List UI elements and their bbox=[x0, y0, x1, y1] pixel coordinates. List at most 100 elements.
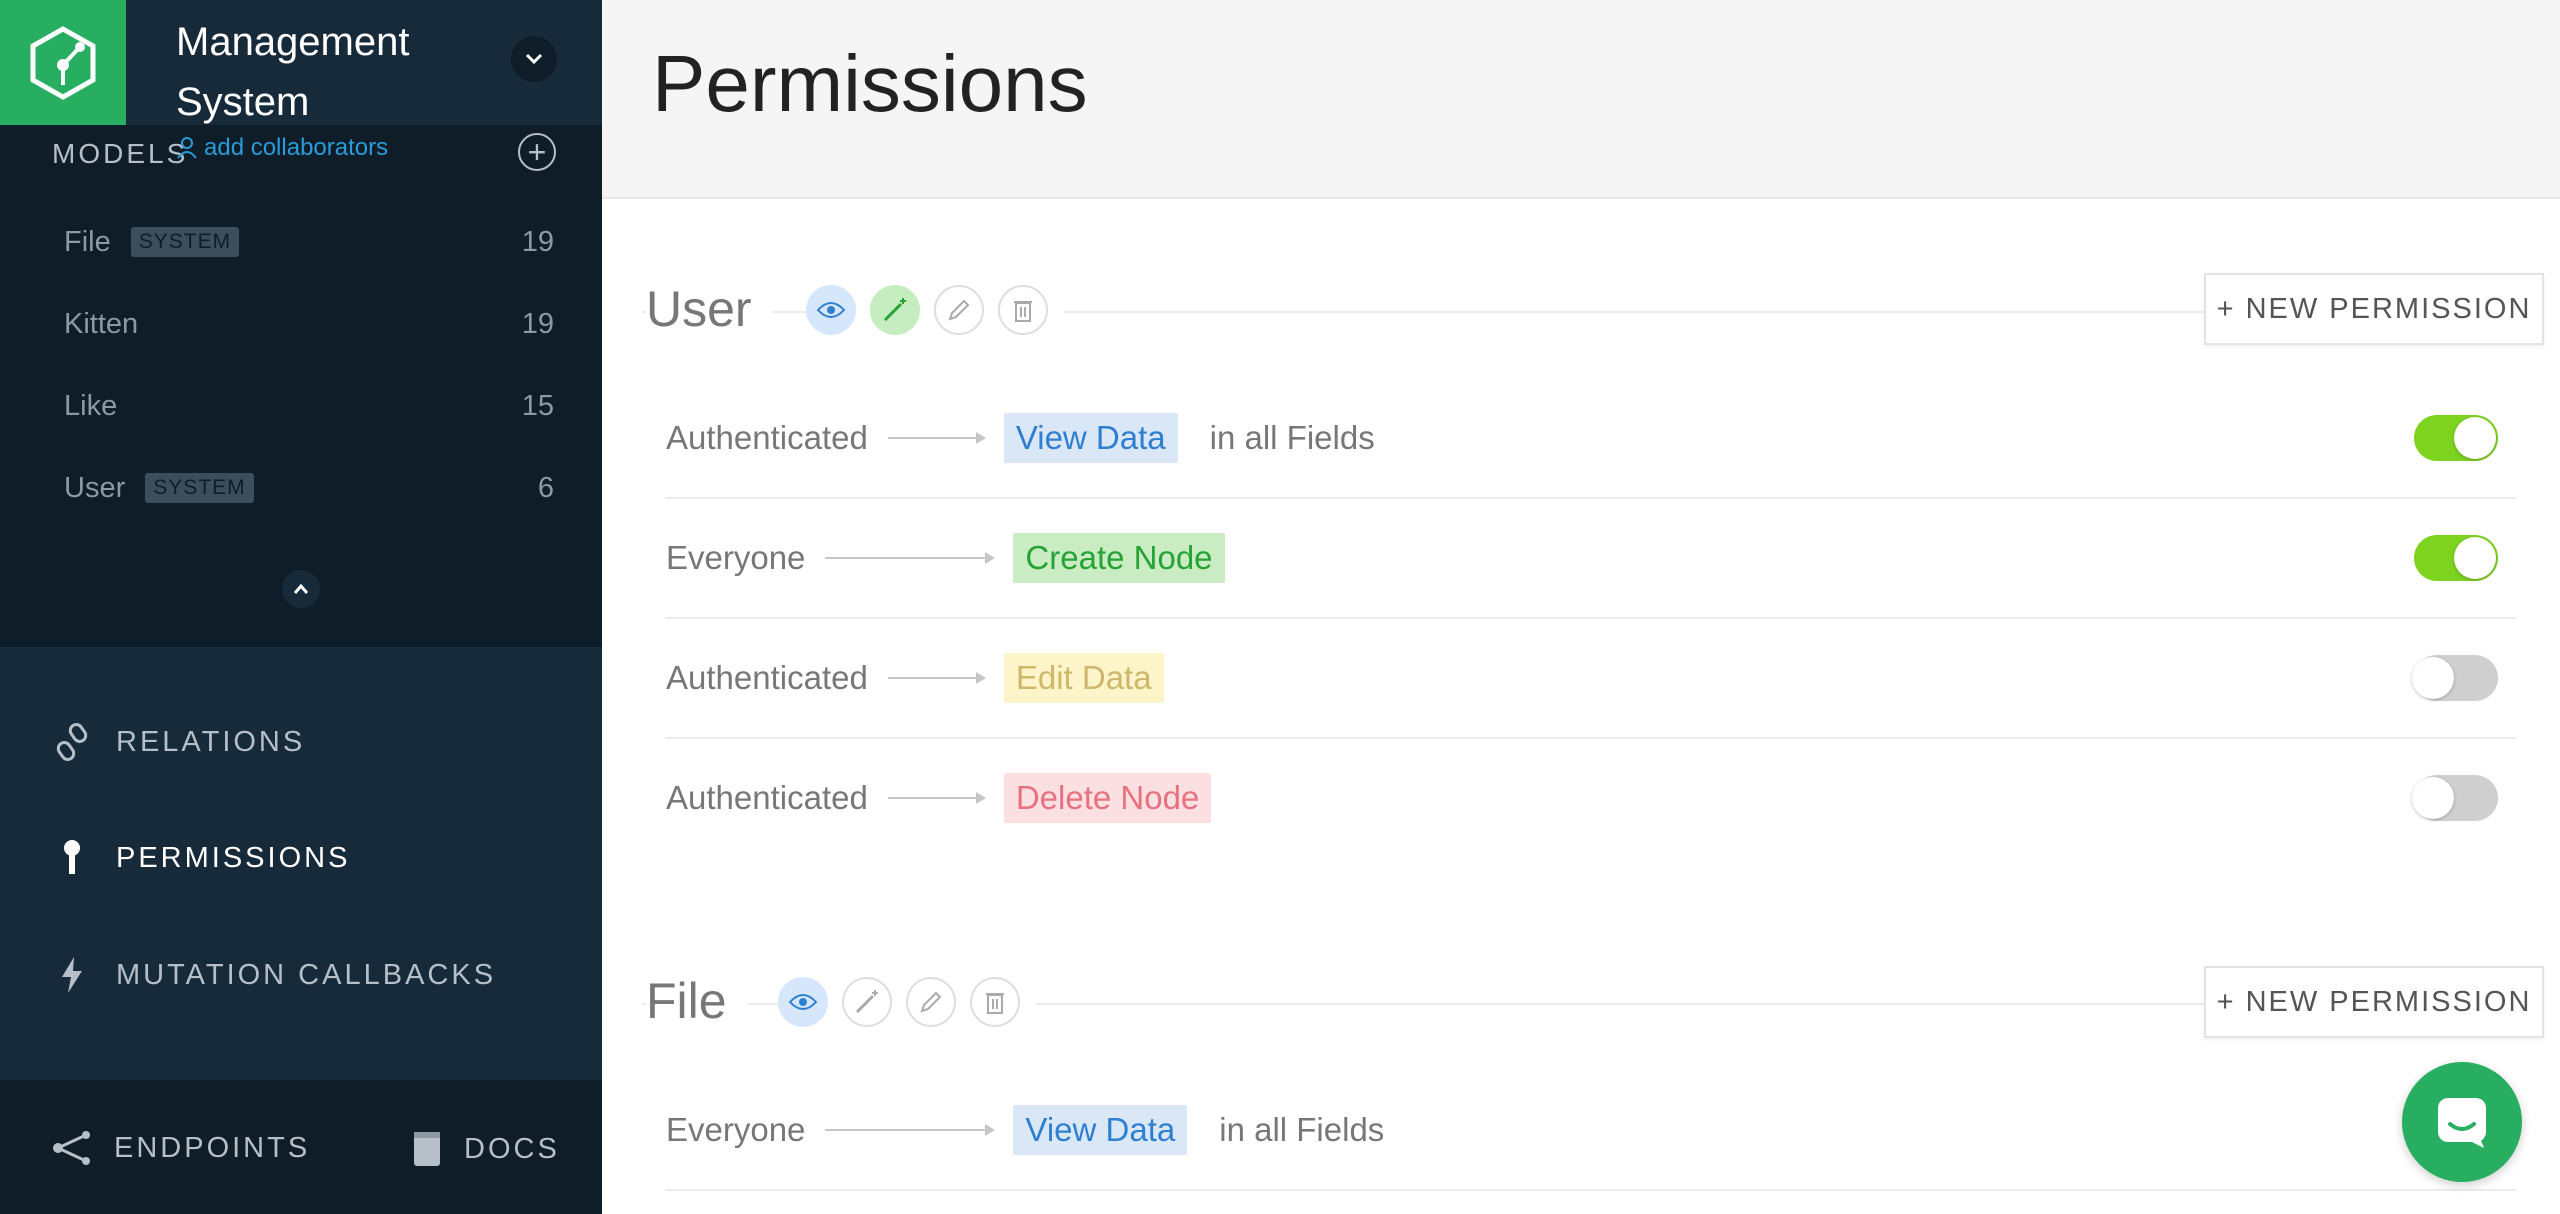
project-title: Management System bbox=[176, 20, 410, 124]
model-item-file[interactable]: File SYSTEM 19 bbox=[64, 212, 554, 272]
model-count: 6 bbox=[537, 471, 554, 504]
page-title: Permissions bbox=[652, 39, 1088, 128]
eye-icon bbox=[816, 302, 846, 318]
endpoints-button[interactable]: ENDPOINTS bbox=[52, 1130, 310, 1166]
permission-operation: View Data bbox=[1003, 413, 1178, 463]
system-badge: SYSTEM bbox=[145, 473, 254, 503]
model-item-like[interactable]: Like 15 bbox=[64, 376, 554, 436]
arrow-icon bbox=[887, 672, 986, 684]
nav-permissions-label: PERMISSIONS bbox=[116, 841, 351, 874]
project-header: Management System bbox=[0, 0, 602, 126]
docs-label: DOCS bbox=[464, 1132, 560, 1165]
nav-mutation-callbacks[interactable]: MUTATION CALLBACKS bbox=[56, 955, 496, 995]
book-icon bbox=[414, 1132, 440, 1166]
permission-row[interactable]: Authenticated Delete Node bbox=[666, 739, 2516, 857]
permission-fields: in all Fields bbox=[1209, 419, 1375, 456]
lightning-icon bbox=[62, 957, 82, 993]
toggle-knob bbox=[2412, 777, 2454, 819]
eye-icon bbox=[788, 994, 818, 1010]
view-filter-button[interactable] bbox=[806, 285, 856, 335]
pencil-icon bbox=[948, 299, 970, 321]
model-count: 19 bbox=[521, 307, 554, 340]
nav-mutation-callbacks-label: MUTATION CALLBACKS bbox=[116, 958, 497, 991]
model-count: 15 bbox=[521, 389, 554, 422]
permission-toggle[interactable] bbox=[2412, 775, 2498, 821]
graph-logo-icon[interactable] bbox=[0, 0, 126, 126]
new-permission-button-file[interactable]: + NEW PERMISSION bbox=[2204, 966, 2544, 1038]
pencil-icon bbox=[920, 991, 942, 1013]
section-title-user: User bbox=[646, 280, 772, 338]
permission-audience: Authenticated bbox=[666, 659, 868, 696]
permission-operation: Create Node bbox=[1013, 533, 1225, 583]
toggle-knob bbox=[2454, 537, 2496, 579]
trash-icon bbox=[1014, 301, 1032, 322]
sidebar: Management System MODELS add collaborato… bbox=[0, 0, 602, 1214]
nav-relations[interactable]: RELATIONS bbox=[56, 722, 305, 762]
add-collaborators-link[interactable]: add collaborators bbox=[176, 134, 388, 162]
permission-audience: Authenticated bbox=[666, 419, 868, 456]
key-icon bbox=[64, 840, 80, 874]
model-name: Kitten bbox=[64, 307, 139, 340]
arrow-icon bbox=[887, 792, 986, 804]
add-collaborators-label: add collaborators bbox=[204, 134, 389, 161]
arrow-icon bbox=[825, 1124, 996, 1136]
model-item-user[interactable]: User SYSTEM 6 bbox=[64, 458, 554, 518]
user-icon bbox=[177, 137, 197, 159]
wand-icon bbox=[855, 990, 878, 1014]
new-permission-button-user[interactable]: + NEW PERMISSION bbox=[2204, 273, 2544, 345]
delete-filter-button[interactable] bbox=[970, 977, 1020, 1027]
edit-filter-button[interactable] bbox=[906, 977, 956, 1027]
nav-relations-label: RELATIONS bbox=[116, 725, 306, 758]
main-content: Permissions User + NEW PERMISSION Authen… bbox=[602, 0, 2560, 1214]
permission-audience: Authenticated bbox=[666, 779, 868, 816]
arrow-icon bbox=[825, 552, 996, 564]
arrow-icon bbox=[887, 432, 986, 444]
model-count: 19 bbox=[521, 225, 554, 258]
permission-row[interactable]: Authenticated Edit Data bbox=[666, 619, 2516, 739]
model-name: File bbox=[64, 225, 111, 258]
docs-button[interactable]: DOCS bbox=[412, 1130, 560, 1168]
permission-row[interactable]: Everyone View Data in all Fields bbox=[666, 1071, 2516, 1191]
create-filter-button[interactable] bbox=[870, 285, 920, 335]
plus-icon: + bbox=[527, 134, 547, 170]
create-filter-button[interactable] bbox=[842, 977, 892, 1027]
permission-operation: Edit Data bbox=[1003, 653, 1164, 703]
project-dropdown-button[interactable] bbox=[511, 36, 557, 82]
user-operation-filters bbox=[806, 285, 1064, 335]
permission-row[interactable]: Everyone Create Node bbox=[666, 499, 2516, 619]
permission-audience: Everyone bbox=[666, 1111, 806, 1148]
wand-icon bbox=[883, 298, 906, 322]
permission-operation: Delete Node bbox=[1003, 773, 1212, 823]
file-operation-filters bbox=[778, 977, 1036, 1027]
chevron-up-icon bbox=[293, 583, 309, 594]
permission-audience: Everyone bbox=[666, 539, 806, 576]
edit-filter-button[interactable] bbox=[934, 285, 984, 335]
page-header: Permissions bbox=[602, 0, 2560, 199]
endpoints-label: ENDPOINTS bbox=[114, 1131, 311, 1164]
section-title-file: File bbox=[646, 972, 747, 1030]
model-name: Like bbox=[64, 389, 118, 422]
chat-icon bbox=[2438, 1098, 2486, 1148]
permission-operation: View Data bbox=[1013, 1105, 1188, 1155]
permission-toggle[interactable] bbox=[2414, 415, 2498, 461]
link-icon bbox=[56, 723, 88, 761]
add-model-button[interactable]: + bbox=[518, 133, 556, 171]
models-header: MODELS bbox=[52, 138, 189, 169]
permission-toggle[interactable] bbox=[2412, 655, 2498, 701]
collapse-models-button[interactable] bbox=[282, 570, 320, 608]
trash-icon bbox=[986, 993, 1004, 1014]
chevron-down-icon bbox=[525, 53, 543, 65]
toggle-knob bbox=[2454, 417, 2496, 459]
system-badge: SYSTEM bbox=[130, 227, 240, 257]
toggle-knob bbox=[2412, 657, 2454, 699]
permission-row[interactable]: Authenticated View Data in all Fields bbox=[666, 379, 2516, 499]
model-name: User bbox=[64, 471, 126, 504]
delete-filter-button[interactable] bbox=[998, 285, 1048, 335]
permission-toggle[interactable] bbox=[2414, 535, 2498, 581]
nav-permissions[interactable]: PERMISSIONS bbox=[56, 838, 350, 878]
model-item-kitten[interactable]: Kitten 19 bbox=[64, 294, 554, 354]
view-filter-button[interactable] bbox=[778, 977, 828, 1027]
chat-button[interactable] bbox=[2402, 1062, 2522, 1182]
endpoints-icon bbox=[53, 1131, 90, 1165]
permission-fields: in all Fields bbox=[1219, 1111, 1385, 1148]
